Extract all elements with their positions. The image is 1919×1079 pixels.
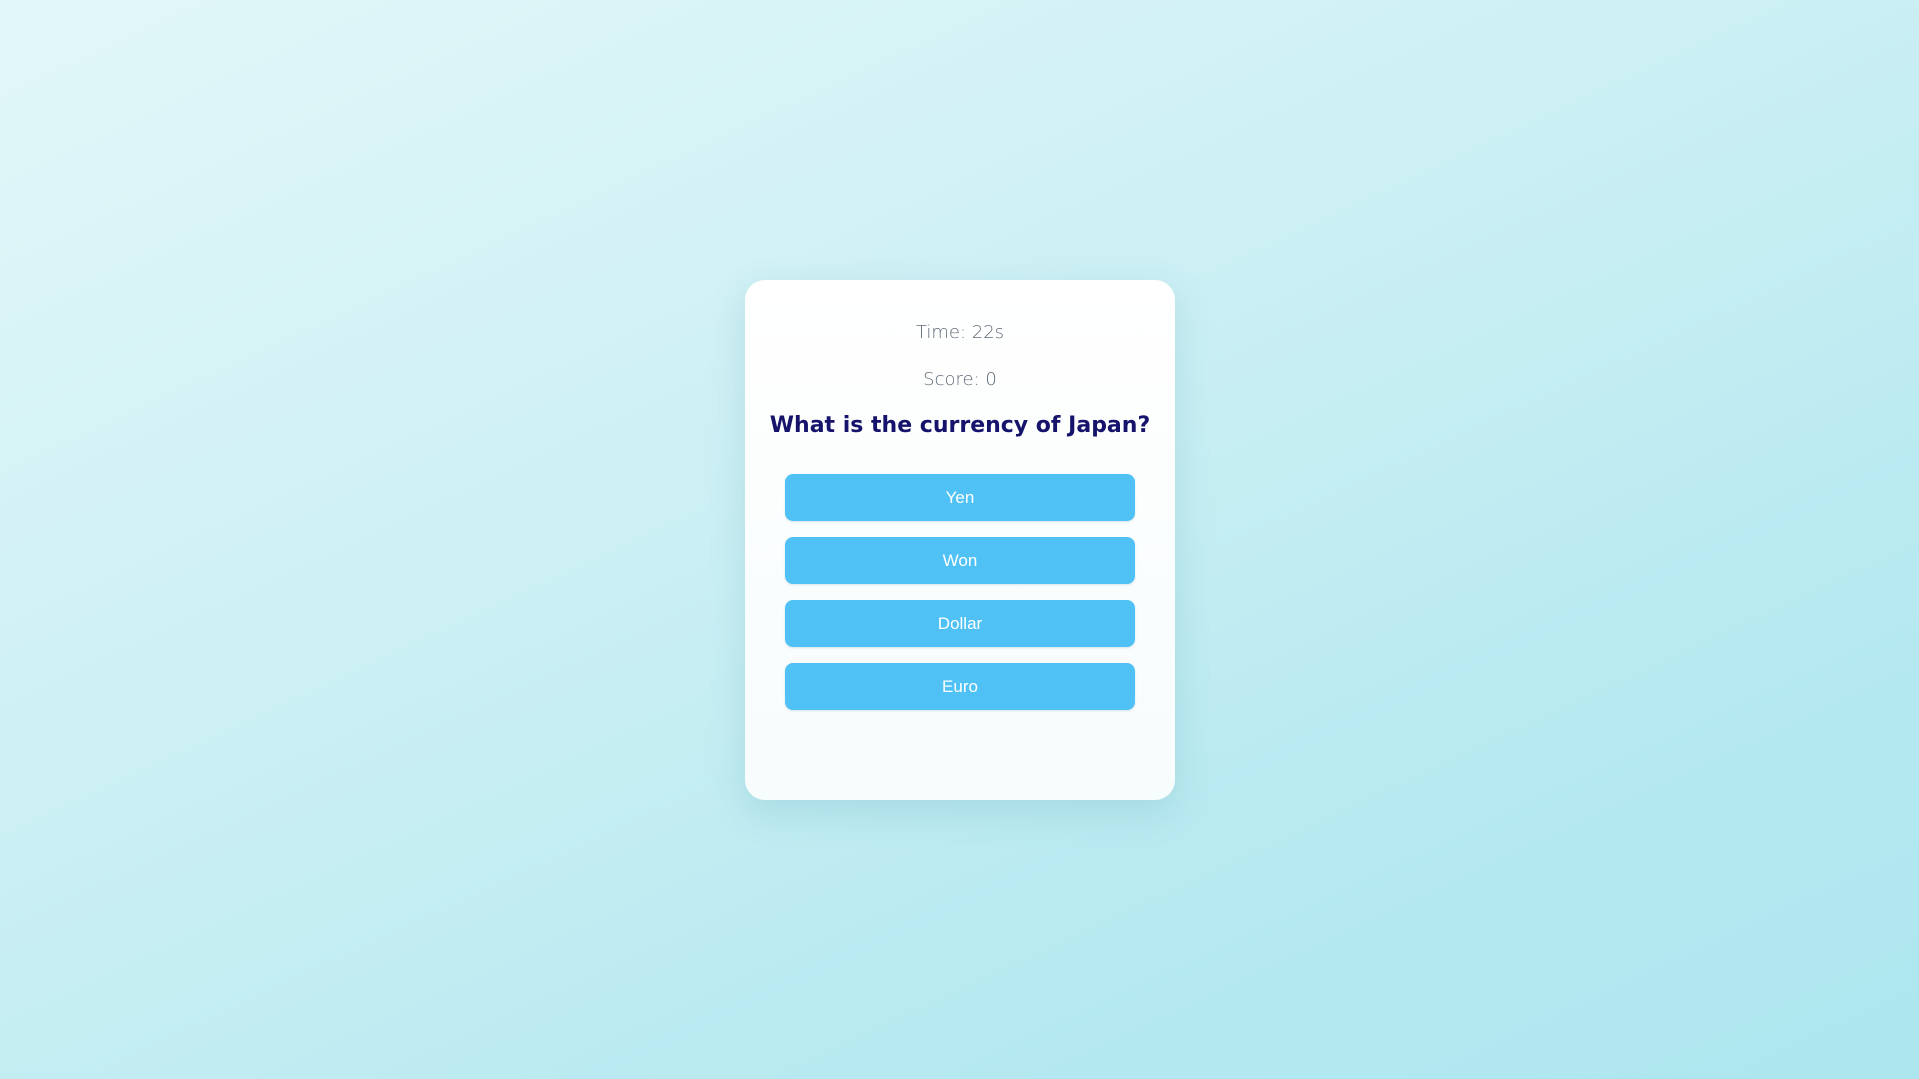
answer-options: Yen Won Dollar Euro — [785, 474, 1135, 726]
score-display: Score: 0 — [923, 369, 997, 390]
answer-option-euro[interactable]: Euro — [785, 663, 1135, 710]
answer-option-yen[interactable]: Yen — [785, 474, 1135, 521]
answer-option-won[interactable]: Won — [785, 537, 1135, 584]
quiz-card: Time: 22s Score: 0 What is the currency … — [745, 280, 1175, 800]
question-text: What is the currency of Japan? — [769, 413, 1151, 438]
answer-option-dollar[interactable]: Dollar — [785, 600, 1135, 647]
timer-display: Time: 22s — [915, 322, 1005, 343]
